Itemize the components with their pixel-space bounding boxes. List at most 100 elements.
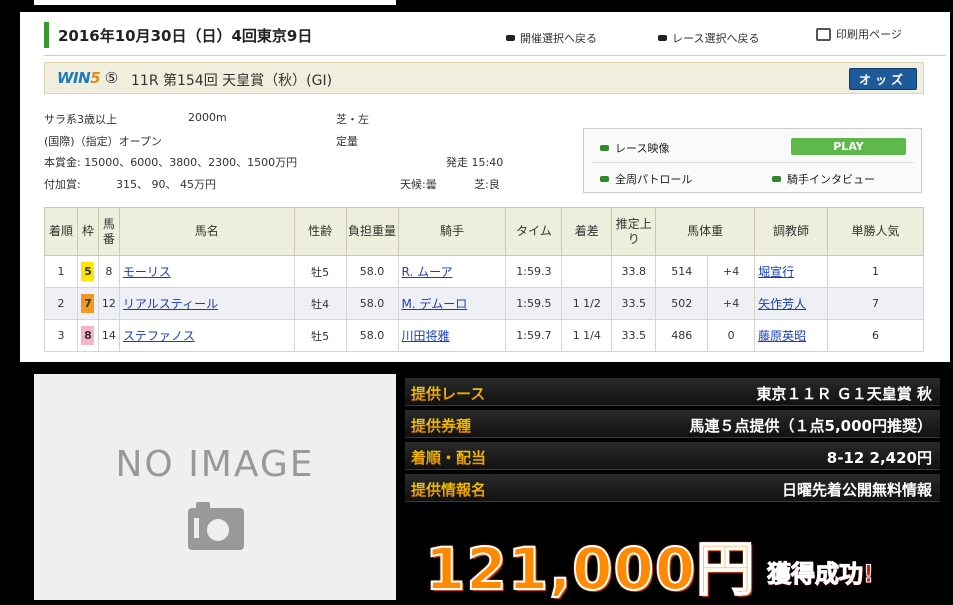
cell-time: 1:59.7 (505, 319, 563, 352)
cell-last3f: 33.5 (611, 319, 657, 352)
cell-sex-age: 牡5 (293, 255, 347, 288)
promo-row-result: 着順・配当 8-12 2,420円 (405, 442, 940, 470)
success-text: 獲得成功! (767, 560, 875, 589)
race-surface: 芝・左 (336, 113, 369, 126)
race-video-link[interactable]: レース映像 (600, 140, 669, 156)
col-popularity: 単勝人気 (827, 207, 924, 256)
top-strip (34, 0, 396, 5)
cell-popularity: 1 (827, 255, 924, 288)
horse-link[interactable]: モーリス (123, 265, 171, 279)
horse-link[interactable]: ステファノス (123, 329, 195, 343)
video-icon (772, 176, 781, 182)
back-to-meeting-link[interactable]: 開催選択へ戻る (506, 30, 597, 46)
promo-value: 日曜先着公開無料情報 (781, 481, 932, 499)
cell-last3f: 33.5 (611, 287, 657, 320)
waku-badge: 7 (81, 294, 95, 313)
bullet-icon (506, 35, 515, 41)
cell-body-weight: 486 (655, 319, 709, 352)
play-button[interactable]: PLAY (791, 138, 906, 155)
cell-last3f: 33.8 (611, 255, 657, 288)
cell-horse: モーリス (118, 255, 295, 288)
video-icon (600, 145, 609, 151)
cell-trainer: 藤原英昭 (754, 319, 829, 352)
cell-time: 1:59.5 (505, 287, 563, 320)
cell-body-weight: 514 (655, 255, 709, 288)
cell-margin: 1 1/4 (561, 319, 613, 352)
no-image-placeholder: NO IMAGE (34, 374, 396, 600)
media-divider (592, 162, 914, 163)
jockey-link[interactable]: R. ムーア (402, 265, 453, 279)
added-prize-values: 315、 90、 45万円 (116, 178, 216, 191)
print-page-link[interactable]: 印刷用ページ (816, 26, 902, 42)
table-row: 2 7 12 リアルスティール 牡4 58.0 M. デムーロ 1:59.5 1 1/2 33.5… (44, 287, 924, 320)
cell-sex-age: 牡5 (293, 319, 347, 352)
bullet-icon (658, 35, 667, 41)
trainer-link[interactable]: 矢作芳人 (758, 297, 806, 311)
cell-popularity: 7 (827, 287, 924, 320)
cell-number: 12 (97, 287, 120, 320)
cell-weight-diff: +4 (707, 287, 756, 320)
promo-row-race: 提供レース 東京１１Ｒ Ｇ１天皇賞 秋 (405, 378, 940, 406)
weather: 天候:曇 (400, 178, 437, 191)
cell-number: 8 (97, 255, 120, 288)
promo-box: 提供レース 東京１１Ｒ Ｇ１天皇賞 秋 提供券種 馬連５点提供（１点5,000円… (405, 374, 940, 604)
promo-label: 着順・配当 (411, 449, 487, 467)
header-accent-bar (44, 22, 49, 48)
cell-weight-diff: +4 (707, 255, 756, 288)
trainer-link[interactable]: 藤原英昭 (758, 329, 806, 343)
going: 芝:良 (474, 178, 500, 191)
added-prize-label: 付加賞: (44, 178, 81, 191)
jockey-link[interactable]: 川田将雅 (402, 329, 450, 343)
race-distance: 2000m (188, 111, 227, 124)
trainer-link[interactable]: 堀宣行 (758, 265, 794, 279)
jockey-link[interactable]: M. デムーロ (402, 297, 468, 311)
cell-trainer: 矢作芳人 (754, 287, 829, 320)
race-condition: (国際)（指定）オープン (44, 135, 162, 148)
cell-trainer: 堀宣行 (754, 255, 829, 288)
weight-rule: 定量 (336, 135, 358, 148)
promo-value: 東京１１Ｒ Ｇ１天皇賞 秋 (756, 385, 932, 403)
race-date-header: 2016年10月30日（日）4回東京9日 開催選択へ戻る レース選択へ戻る 印刷… (44, 18, 946, 56)
col-waku: 枠 (76, 207, 99, 256)
patrol-video-link[interactable]: 全周パトロール (600, 171, 692, 187)
col-horse: 馬名 (118, 207, 295, 256)
race-title-bar: WIN5 ⑤ 11R 第154回 天皇賞（秋）(GI) オッズ (44, 62, 924, 94)
cell-margin: 1 1/2 (561, 287, 613, 320)
cell-horse: ステファノス (118, 319, 295, 352)
cell-horse: リアルスティール (118, 287, 295, 320)
col-weight: 負担重量 (345, 207, 399, 256)
col-body-weight: 馬体重 (655, 207, 756, 256)
no-image-text: NO IMAGE (115, 444, 315, 485)
media-box: レース映像 PLAY 全周パトロール 騎手インタビュー (583, 128, 922, 193)
jockey-interview-link[interactable]: 騎手インタビュー (772, 171, 875, 187)
col-margin: 着差 (561, 207, 613, 256)
cell-body-weight: 502 (655, 287, 709, 320)
cell-jockey: R. ムーア (397, 255, 507, 288)
promo-label: 提供情報名 (411, 481, 487, 499)
col-number: 馬番 (97, 207, 120, 256)
waku-badge: 5 (81, 262, 95, 281)
cell-position: 3 (44, 319, 78, 352)
cell-waku: 7 (76, 287, 99, 320)
col-time: タイム (505, 207, 563, 256)
win5-logo: WIN5 (57, 69, 101, 87)
odds-button[interactable]: オッズ (849, 68, 917, 90)
video-icon (600, 176, 609, 182)
table-row: 1 5 8 モーリス 牡5 58.0 R. ムーア 1:59.3 33.8 514 +4 堀宣行 1 (44, 255, 924, 288)
cell-weight: 58.0 (345, 255, 399, 288)
cell-jockey: 川田将雅 (397, 319, 507, 352)
cell-margin (561, 255, 613, 288)
horse-link[interactable]: リアルスティール (123, 297, 218, 311)
waku-badge: 8 (81, 326, 95, 345)
cell-position: 1 (44, 255, 78, 288)
results-table: 着順 枠 馬番 馬名 性齢 負担重量 騎手 タイム 着差 推定上り 馬体重 調教… (44, 207, 924, 352)
cell-time: 1:59.3 (505, 255, 563, 288)
promo-value: 8-12 2,420円 (826, 449, 932, 467)
table-row: 3 8 14 ステファノス 牡5 58.0 川田将雅 1:59.7 1 1/4 33.5 486 0 藤… (44, 319, 924, 352)
race-date: 2016年10月30日（日）4回東京9日 (58, 27, 313, 45)
printer-icon (816, 27, 831, 41)
cell-waku: 8 (76, 319, 99, 352)
back-to-race-link[interactable]: レース選択へ戻る (658, 30, 759, 46)
promo-row-info: 提供情報名 日曜先着公開無料情報 (405, 474, 940, 502)
cell-sex-age: 牡4 (293, 287, 347, 320)
